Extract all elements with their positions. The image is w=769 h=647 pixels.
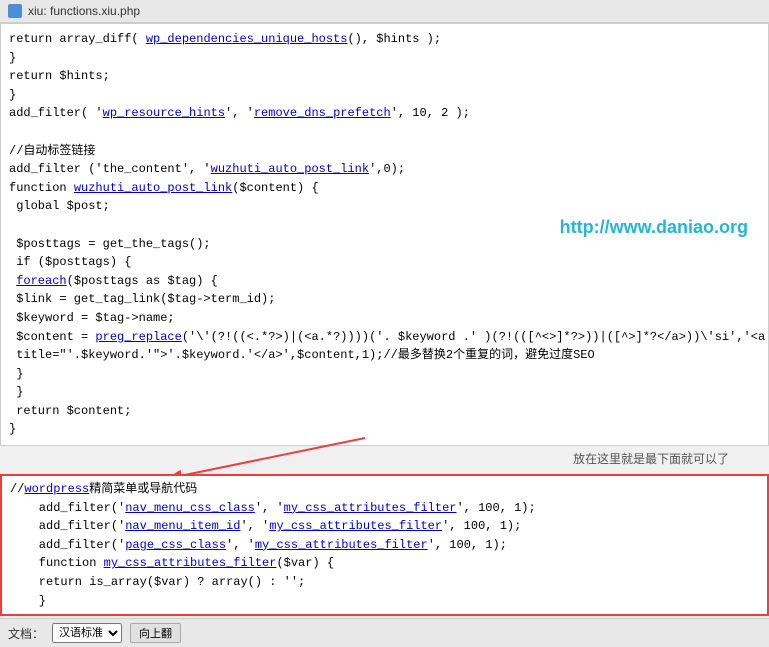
code-line-19: } (9, 383, 760, 402)
hl-line-4: function my_css_attributes_filter($var) … (10, 554, 759, 573)
code-line-4: add_filter( 'wp_resource_hints', 'remove… (9, 104, 760, 123)
code-line-21: } (9, 420, 760, 439)
code-line-0: return array_diff( wp_dependencies_uniqu… (9, 30, 760, 49)
annotation-area: 放在这里就是最下面就可以了 (0, 446, 769, 474)
code-line-17: title="'.$keyword.'">'.$keyword.'</a>',$… (9, 346, 760, 365)
annotation-text: 放在这里就是最下面就可以了 (573, 450, 729, 467)
bottom-bar: 文档： 汉语标准 向上翻 (0, 618, 769, 647)
code-line-2: return $hints; (9, 67, 760, 86)
code-line-6: //自动标签链接 (9, 142, 760, 161)
code-line-18: } (9, 365, 760, 384)
hl-line-2: add_filter('nav_menu_item_id', 'my_css_a… (10, 517, 759, 536)
hl-line-0: //wordpress精简菜单或导航代码 (10, 480, 759, 499)
encoding-select[interactable]: 汉语标准 (52, 623, 122, 643)
code-line-10 (9, 216, 760, 235)
code-line-12: if ($posttags) { (9, 253, 760, 272)
highlighted-block: //wordpress精简菜单或导航代码 add_filter('nav_men… (0, 474, 769, 616)
code-line-15: $keyword = $tag->name; (9, 309, 760, 328)
hl-line-6: } (10, 592, 759, 611)
hl-line-3: add_filter('page_css_class', 'my_css_att… (10, 536, 759, 555)
hl-line-5: return is_array($var) ? array() : ''; (10, 573, 759, 592)
code-line-8: function wuzhuti_auto_post_link($content… (9, 179, 760, 198)
code-line-1: } (9, 49, 760, 68)
code-line-11: $posttags = get_the_tags(); (9, 235, 760, 254)
hl-line-1: add_filter('nav_menu_css_class', 'my_css… (10, 499, 759, 518)
title-bar-label: xiu: functions.xiu.php (28, 4, 140, 18)
code-line-20: return $content; (9, 402, 760, 421)
code-line-14: $link = get_tag_link($tag->term_id); (9, 290, 760, 309)
code-line-5 (9, 123, 760, 142)
code-line-3: } (9, 86, 760, 105)
code-area: return array_diff( wp_dependencies_uniqu… (0, 23, 769, 446)
scroll-up-button[interactable]: 向上翻 (130, 623, 181, 643)
code-line-16: $content = preg_replace('\'(?!((<.*?>)|(… (9, 328, 760, 347)
title-bar-icon (8, 4, 22, 18)
code-line-9: global $post; (9, 197, 760, 216)
title-bar: xiu: functions.xiu.php (0, 0, 769, 23)
code-line-13: foreach($posttags as $tag) { (9, 272, 760, 291)
bottom-bar-label: 文档： (8, 625, 44, 642)
code-line-7: add_filter ('the_content', 'wuzhuti_auto… (9, 160, 760, 179)
